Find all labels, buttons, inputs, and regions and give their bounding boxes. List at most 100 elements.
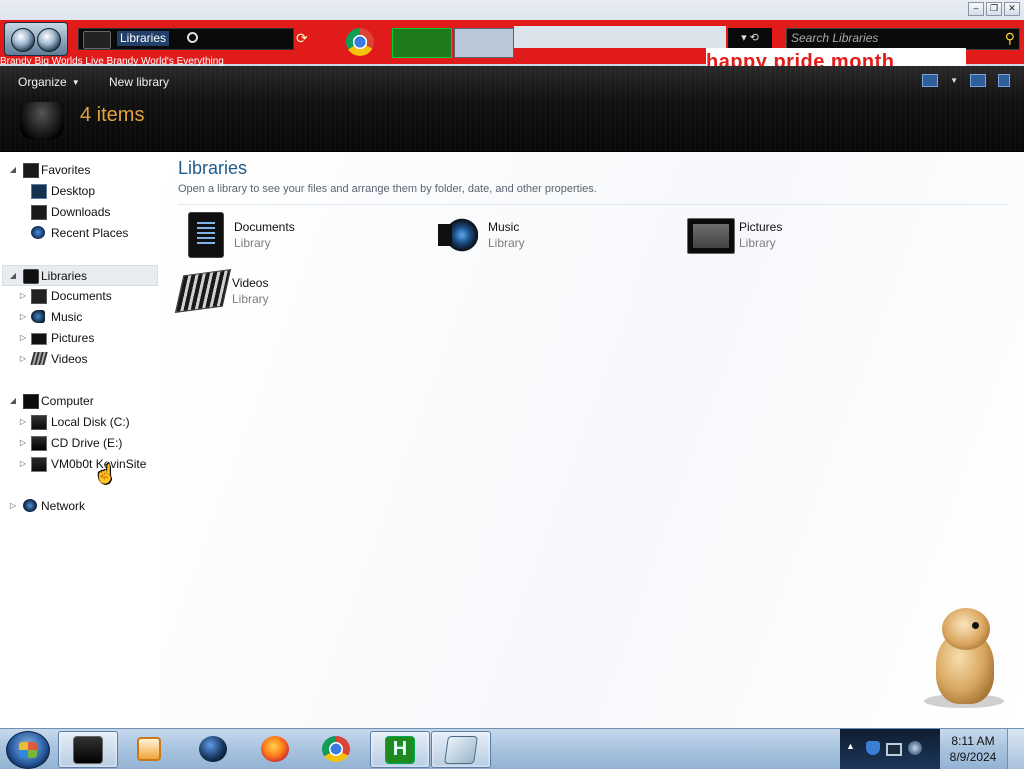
- nav-item-videos[interactable]: ▷ Videos: [0, 349, 158, 369]
- nav-label: Videos: [51, 352, 88, 366]
- collapse-arrow-icon[interactable]: ◢: [8, 160, 18, 180]
- navigation-pane: ◢ Favorites Desktop Downloads Recent Pla…: [0, 152, 160, 728]
- view-dropdown-icon[interactable]: ▼: [950, 76, 958, 85]
- address-dropdown-icon[interactable]: [187, 32, 198, 43]
- clock-time: 8:11 AM: [951, 734, 995, 748]
- collapse-arrow-icon[interactable]: ◢: [8, 266, 18, 286]
- expand-arrow-icon[interactable]: ▷: [18, 433, 28, 453]
- recent-places-icon: [31, 226, 45, 239]
- videos-icon: [30, 352, 48, 365]
- recent-pages-button[interactable]: ▾ ⟲: [728, 28, 772, 48]
- nav-item-recent-places[interactable]: Recent Places: [0, 223, 158, 243]
- documents-library-icon: [188, 212, 224, 258]
- refresh-icon[interactable]: ⟳: [296, 30, 308, 47]
- nav-computer[interactable]: ◢ Computer: [2, 391, 160, 411]
- address-bar[interactable]: Libraries: [78, 28, 294, 50]
- chrome-icon: [322, 735, 350, 762]
- expand-arrow-icon[interactable]: ▷: [18, 412, 28, 432]
- expand-arrow-icon[interactable]: ▷: [18, 286, 28, 306]
- start-button[interactable]: [6, 731, 50, 769]
- library-item-music[interactable]: Music Library: [434, 212, 664, 262]
- expand-arrow-icon[interactable]: ▷: [18, 307, 28, 327]
- nav-item-documents[interactable]: ▷ Documents: [0, 286, 158, 306]
- globe-icon: [199, 735, 227, 762]
- taskbar-globe[interactable]: [184, 731, 242, 766]
- collapse-arrow-icon[interactable]: ◢: [8, 391, 18, 411]
- search-input[interactable]: [789, 30, 999, 46]
- organize-button[interactable]: Organize ▼: [18, 74, 80, 91]
- h-app-thumbnail: [392, 28, 452, 58]
- mascot-head: [942, 608, 990, 650]
- library-item-videos[interactable]: Videos Library: [174, 268, 408, 318]
- nav-item-music[interactable]: ▷ Music: [0, 307, 158, 327]
- taskbar-explorer[interactable]: [58, 731, 118, 768]
- banner-scrolling-text: Brandy Big Worlds Live Brandy World's Ev…: [0, 56, 224, 66]
- change-view-icon[interactable]: [922, 74, 939, 87]
- nav-label: Network: [41, 499, 86, 513]
- libraries-address-icon: [83, 31, 111, 49]
- minimize-button[interactable]: –: [968, 2, 984, 16]
- taskbar-media-player[interactable]: [120, 731, 178, 766]
- volume-icon[interactable]: [908, 741, 922, 755]
- nav-libraries[interactable]: ◢ Libraries: [2, 265, 158, 286]
- help-icon[interactable]: [998, 74, 1010, 87]
- expand-arrow-icon[interactable]: ▷: [8, 496, 18, 516]
- nav-item-downloads[interactable]: Downloads: [0, 202, 158, 222]
- search-box[interactable]: ⚲: [786, 28, 1020, 50]
- library-type: Library: [739, 236, 776, 250]
- nav-item-pictures[interactable]: ▷ Pictures: [0, 328, 158, 348]
- security-shield-icon[interactable]: [866, 741, 880, 755]
- show-desktop-button[interactable]: [1007, 729, 1024, 769]
- command-bar: Organize ▼ New library ▼ 4 items: [0, 66, 1024, 152]
- expand-arrow-icon[interactable]: ▷: [18, 349, 28, 369]
- nav-favorites[interactable]: ◢ Favorites: [2, 160, 160, 180]
- address-path[interactable]: Libraries: [117, 31, 170, 46]
- expand-arrow-icon[interactable]: ▷: [18, 328, 28, 348]
- nav-item-cd-drive[interactable]: ▷ CD Drive (E:): [0, 433, 158, 453]
- clock[interactable]: 8:11 AM 8/9/2024: [940, 729, 1006, 769]
- videos-library-icon: [174, 268, 232, 314]
- system-tray: ▲: [840, 729, 940, 769]
- library-name: Documents: [234, 220, 295, 234]
- nav-label: Libraries: [41, 269, 88, 283]
- network-monitor-icon[interactable]: [886, 743, 902, 756]
- media-player-icon: [137, 736, 161, 761]
- expand-arrow-icon[interactable]: ▷: [18, 454, 28, 474]
- library-item-documents[interactable]: Documents Library: [180, 212, 410, 262]
- new-library-button[interactable]: New library: [109, 74, 169, 90]
- desktop-icon: [31, 184, 47, 199]
- libraries-icon: [23, 269, 39, 284]
- network-drive-icon: [31, 457, 47, 472]
- taskbar-h-app[interactable]: H: [370, 731, 430, 768]
- chevron-down-icon: ▼: [71, 78, 80, 87]
- close-button[interactable]: ✕: [1004, 2, 1020, 16]
- library-name: Music: [488, 220, 520, 234]
- search-icon[interactable]: ⚲: [1005, 30, 1015, 47]
- h-app-icon: H: [385, 735, 415, 764]
- library-name: Videos: [232, 276, 269, 290]
- taskbar-notepad[interactable]: [431, 731, 491, 768]
- organize-label: Organize: [18, 75, 67, 89]
- music-library-icon: [438, 214, 478, 256]
- hamster-mascot-image: [920, 602, 1010, 712]
- pictures-library-icon: [687, 218, 735, 254]
- show-hidden-icons-button[interactable]: ▲: [846, 741, 855, 751]
- mascot-eye: [972, 622, 979, 629]
- library-item-pictures[interactable]: Pictures Library: [685, 212, 915, 262]
- window-top-chrome: Libraries ⟳ ▾ ⟲ ⚲ – ❐ ✕ Brandy Big World…: [0, 0, 1024, 66]
- back-forward-buttons[interactable]: [4, 22, 68, 56]
- restore-button[interactable]: ❐: [986, 2, 1002, 16]
- nav-item-local-disk[interactable]: ▷ Local Disk (C:): [0, 412, 158, 432]
- nav-item-desktop[interactable]: Desktop: [0, 181, 158, 201]
- preview-pane-icon[interactable]: [970, 74, 986, 87]
- taskbar-chrome[interactable]: [307, 731, 365, 766]
- nav-label: Music: [51, 310, 83, 324]
- notepad-thumbnail: [454, 28, 514, 58]
- page-title: Libraries: [178, 158, 248, 178]
- nav-item-network-drive[interactable]: ▷ VM0b0t KevinSite: [0, 454, 158, 474]
- nav-network[interactable]: ▷ Network: [2, 496, 160, 516]
- window-controls: – ❐ ✕: [968, 2, 1020, 16]
- page-subtitle: Open a library to see your files and arr…: [178, 183, 597, 195]
- nav-label: Documents: [51, 289, 112, 303]
- taskbar-firefox[interactable]: [246, 731, 304, 766]
